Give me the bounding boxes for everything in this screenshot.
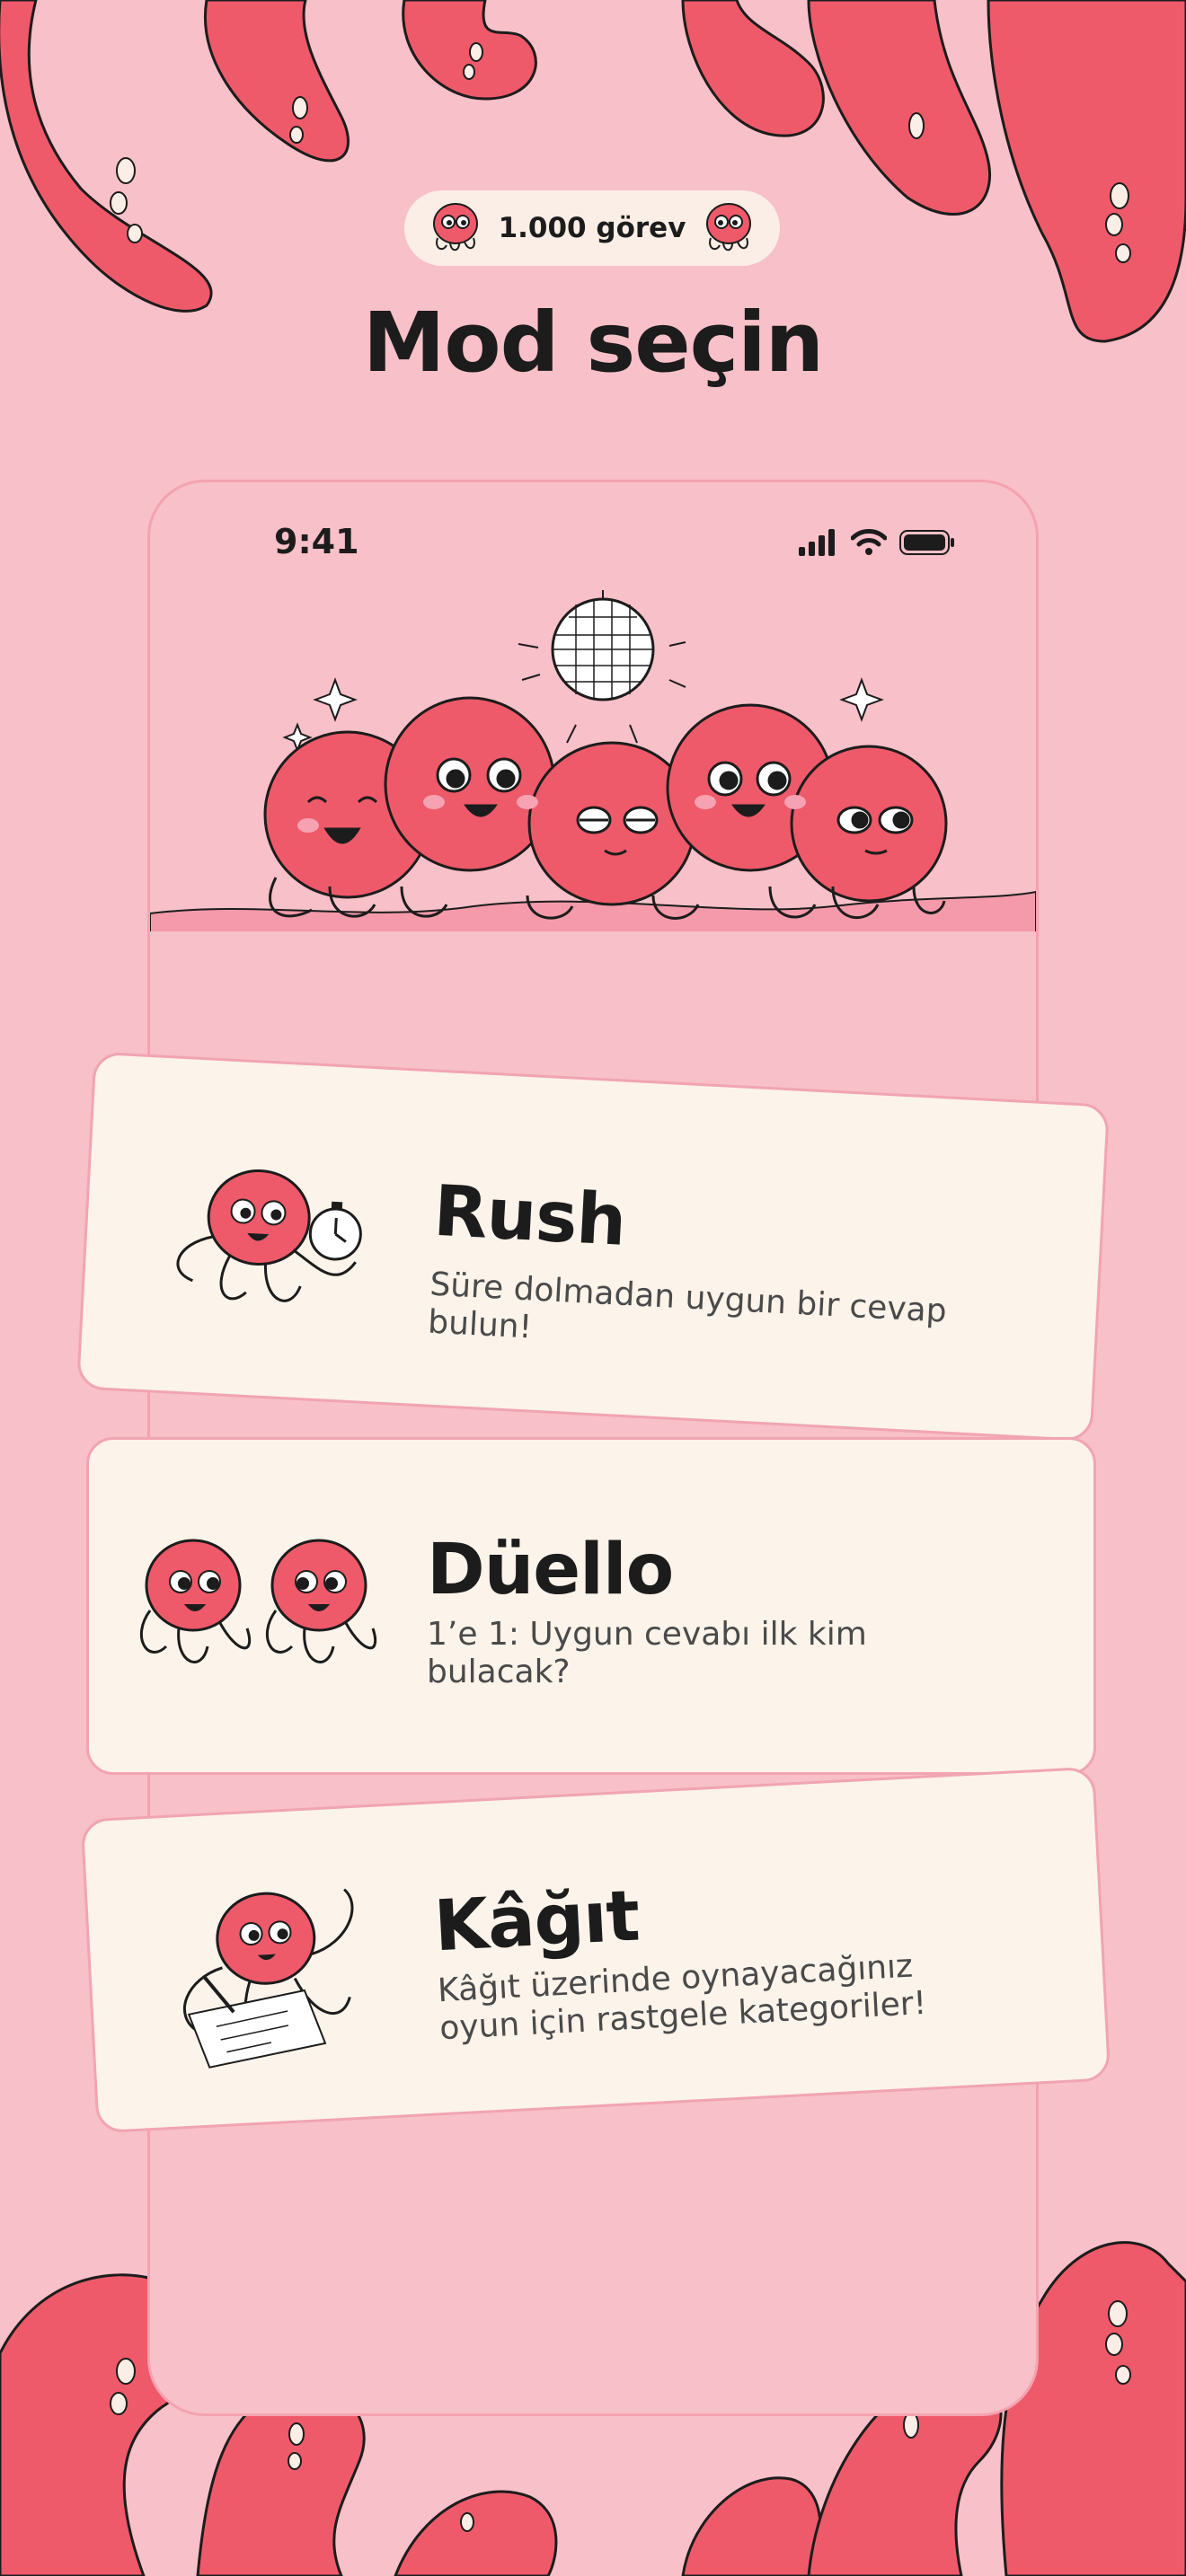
status-time: 9:41	[274, 522, 359, 561]
mode-title: Kâğıt	[432, 1875, 642, 1968]
octopus-writing-icon	[182, 1888, 354, 2069]
octopus-icon	[706, 203, 752, 251]
task-count-badge: 1.000 görev	[404, 190, 780, 266]
mode-description: 1’e 1: Uygun cevabı ilk kim bulacak?	[427, 1616, 867, 1690]
mode-card-kagit[interactable]: Kâğıt Kâğıt üzerinde oynayacağınız oyun …	[80, 1766, 1111, 2134]
battery-icon	[899, 530, 954, 555]
signal-icon	[799, 529, 835, 556]
octopus-icon	[432, 203, 478, 251]
octopus-party-illustration	[150, 590, 1036, 931]
mode-card-duello[interactable]: Düello 1’e 1: Uygun cevabı ilk kim bulac…	[86, 1437, 1096, 1775]
task-count-label: 1.000 görev	[498, 212, 686, 244]
status-icons	[799, 529, 955, 556]
page-title: Mod seçin	[362, 295, 824, 391]
mode-title: Rush	[431, 1170, 628, 1262]
mode-card-rush[interactable]: Rush Süre dolmadan uygun bir cevap bulun…	[75, 1051, 1111, 1442]
mode-description: Süre dolmadan uygun bir cevap bulun!	[427, 1266, 948, 1346]
mode-title: Düello	[427, 1530, 674, 1610]
two-octopus-icon	[140, 1539, 377, 1663]
wifi-icon	[851, 529, 887, 555]
octopus-stopwatch-icon	[176, 1169, 362, 1302]
